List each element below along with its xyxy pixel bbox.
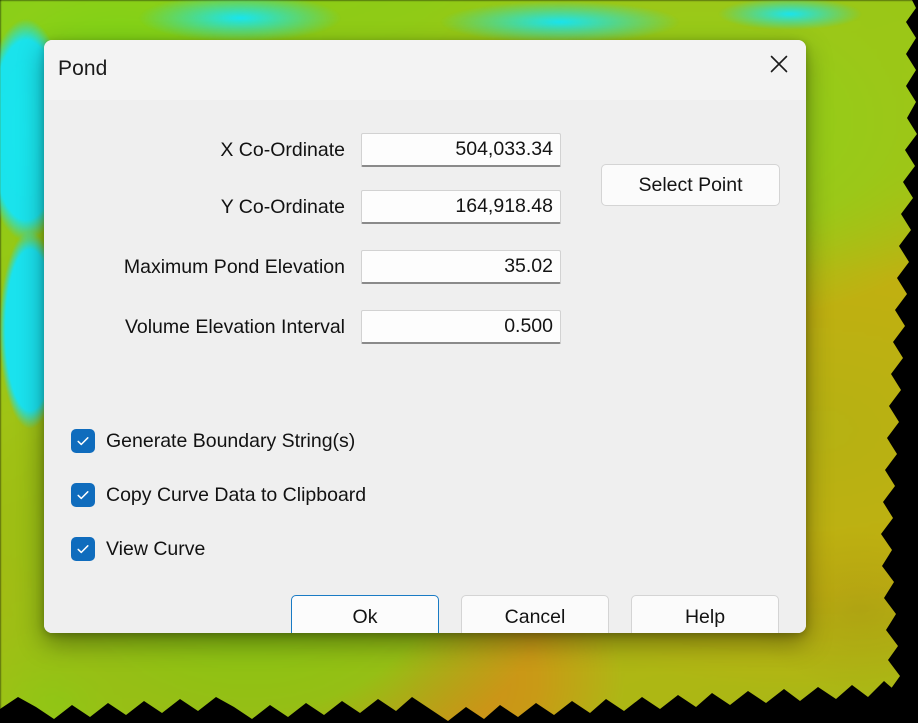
y-coordinate-input[interactable] bbox=[361, 190, 561, 224]
help-button[interactable]: Help bbox=[631, 595, 779, 633]
terrain-right-ragged-edge bbox=[881, 0, 918, 723]
form-row-y-coordinate: Y Co-Ordinate bbox=[44, 190, 806, 224]
volume-elevation-interval-label: Volume Elevation Interval bbox=[124, 316, 345, 338]
checkbox-copy-curve-data-to-clipboard-label: Copy Curve Data to Clipboard bbox=[106, 483, 367, 506]
close-icon[interactable] bbox=[752, 40, 806, 88]
form-row-x-coordinate: X Co-Ordinate Select Point bbox=[44, 133, 806, 206]
checkbox-generate-boundary-strings[interactable]: Generate Boundary String(s) bbox=[71, 426, 355, 456]
y-coordinate-label: Y Co-Ordinate bbox=[220, 196, 345, 218]
maximum-pond-elevation-input[interactable] bbox=[361, 250, 561, 284]
checkmark-icon bbox=[71, 537, 95, 561]
ok-button[interactable]: Ok bbox=[291, 595, 439, 633]
maximum-pond-elevation-label: Maximum Pond Elevation bbox=[123, 256, 345, 278]
x-coordinate-label: X Co-Ordinate bbox=[220, 139, 345, 161]
cancel-button[interactable]: Cancel bbox=[461, 595, 609, 633]
form-row-volume-elevation-interval: Volume Elevation Interval bbox=[44, 310, 806, 344]
form-row-maximum-pond-elevation: Maximum Pond Elevation bbox=[44, 250, 806, 284]
volume-elevation-interval-input[interactable] bbox=[361, 310, 561, 344]
pond-dialog: Pond X Co-Ordinate Select Point Y Co-Ord… bbox=[44, 40, 806, 633]
checkmark-icon bbox=[71, 483, 95, 507]
checkbox-view-curve-label: View Curve bbox=[106, 537, 206, 560]
dialog-title: Pond bbox=[58, 57, 108, 80]
checkmark-icon bbox=[71, 429, 95, 453]
checkbox-generate-boundary-strings-label: Generate Boundary String(s) bbox=[106, 429, 356, 452]
x-coordinate-input[interactable] bbox=[361, 133, 561, 167]
screen: Pond X Co-Ordinate Select Point Y Co-Ord… bbox=[0, 0, 918, 723]
dialog-body: X Co-Ordinate Select Point Y Co-Ordinate… bbox=[44, 100, 806, 633]
checkbox-view-curve[interactable]: View Curve bbox=[71, 534, 205, 564]
terrain-bottom-ragged-edge bbox=[0, 681, 918, 723]
checkbox-copy-curve-data-to-clipboard[interactable]: Copy Curve Data to Clipboard bbox=[71, 480, 366, 510]
dialog-title-bar[interactable]: Pond bbox=[44, 40, 806, 100]
